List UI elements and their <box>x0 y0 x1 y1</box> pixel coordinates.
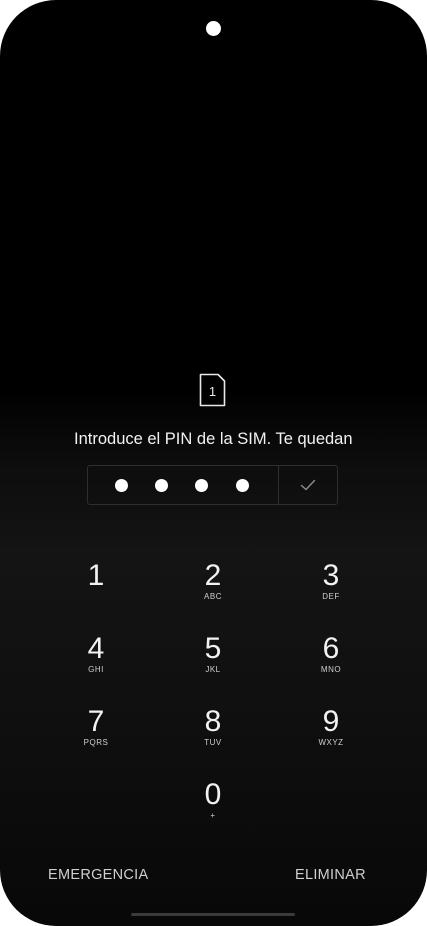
keypad-key-2[interactable]: 2 ABC <box>173 560 253 620</box>
key-digit: 2 <box>204 559 222 592</box>
front-camera <box>206 21 221 36</box>
sim-pin-prompt: Introduce el PIN de la SIM. Te quedan <box>74 430 353 448</box>
key-digit: 1 <box>87 559 105 592</box>
emergency-call-button[interactable]: EMERGENCIA <box>48 865 149 885</box>
delete-button[interactable]: ELIMINAR <box>295 865 366 885</box>
sim-number: 1 <box>209 384 216 399</box>
checkmark-icon <box>300 479 316 491</box>
key-digit: 4 <box>87 632 105 665</box>
key-letters: GHI <box>88 665 104 674</box>
key-digit: 9 <box>322 705 340 738</box>
lock-screen: 1 Introduce el PIN de la SIM. Te quedan … <box>0 0 427 926</box>
home-indicator[interactable] <box>131 913 295 916</box>
key-digit: 0 <box>204 778 222 811</box>
keypad-key-9[interactable]: 9 WXYZ <box>291 706 371 766</box>
key-digit: 3 <box>322 559 340 592</box>
key-letters: MNO <box>320 665 342 674</box>
key-digit: 6 <box>322 632 340 665</box>
pin-dot <box>115 479 128 492</box>
keypad-key-8[interactable]: 8 TUV <box>173 706 253 766</box>
pin-entry-field[interactable] <box>87 465 338 505</box>
key-digit: 7 <box>87 705 105 738</box>
keypad-key-3[interactable]: 3 DEF <box>291 560 371 620</box>
key-letters: JKL <box>205 665 221 674</box>
key-letters: WXYZ <box>318 738 344 747</box>
key-letters: TUV <box>204 738 222 747</box>
keypad-key-0[interactable]: 0 + <box>173 779 253 839</box>
pin-dot <box>236 479 249 492</box>
keypad-key-6[interactable]: 6 MNO <box>291 633 371 693</box>
keypad-key-7[interactable]: 7 PQRS <box>56 706 136 766</box>
pin-dots <box>88 466 278 504</box>
sim-card-icon: 1 <box>199 373 226 407</box>
confirm-pin-button[interactable] <box>279 466 337 504</box>
pin-dot <box>195 479 208 492</box>
key-digit: 5 <box>204 632 222 665</box>
key-letters: PQRS <box>83 738 109 747</box>
pin-dot <box>155 479 168 492</box>
keypad-key-4[interactable]: 4 GHI <box>56 633 136 693</box>
keypad-key-5[interactable]: 5 JKL <box>173 633 253 693</box>
keypad-key-1[interactable]: 1 <box>56 560 136 620</box>
key-letters: + <box>210 811 216 820</box>
key-letters: ABC <box>204 592 222 601</box>
key-digit: 8 <box>204 705 222 738</box>
key-letters: DEF <box>322 592 340 601</box>
